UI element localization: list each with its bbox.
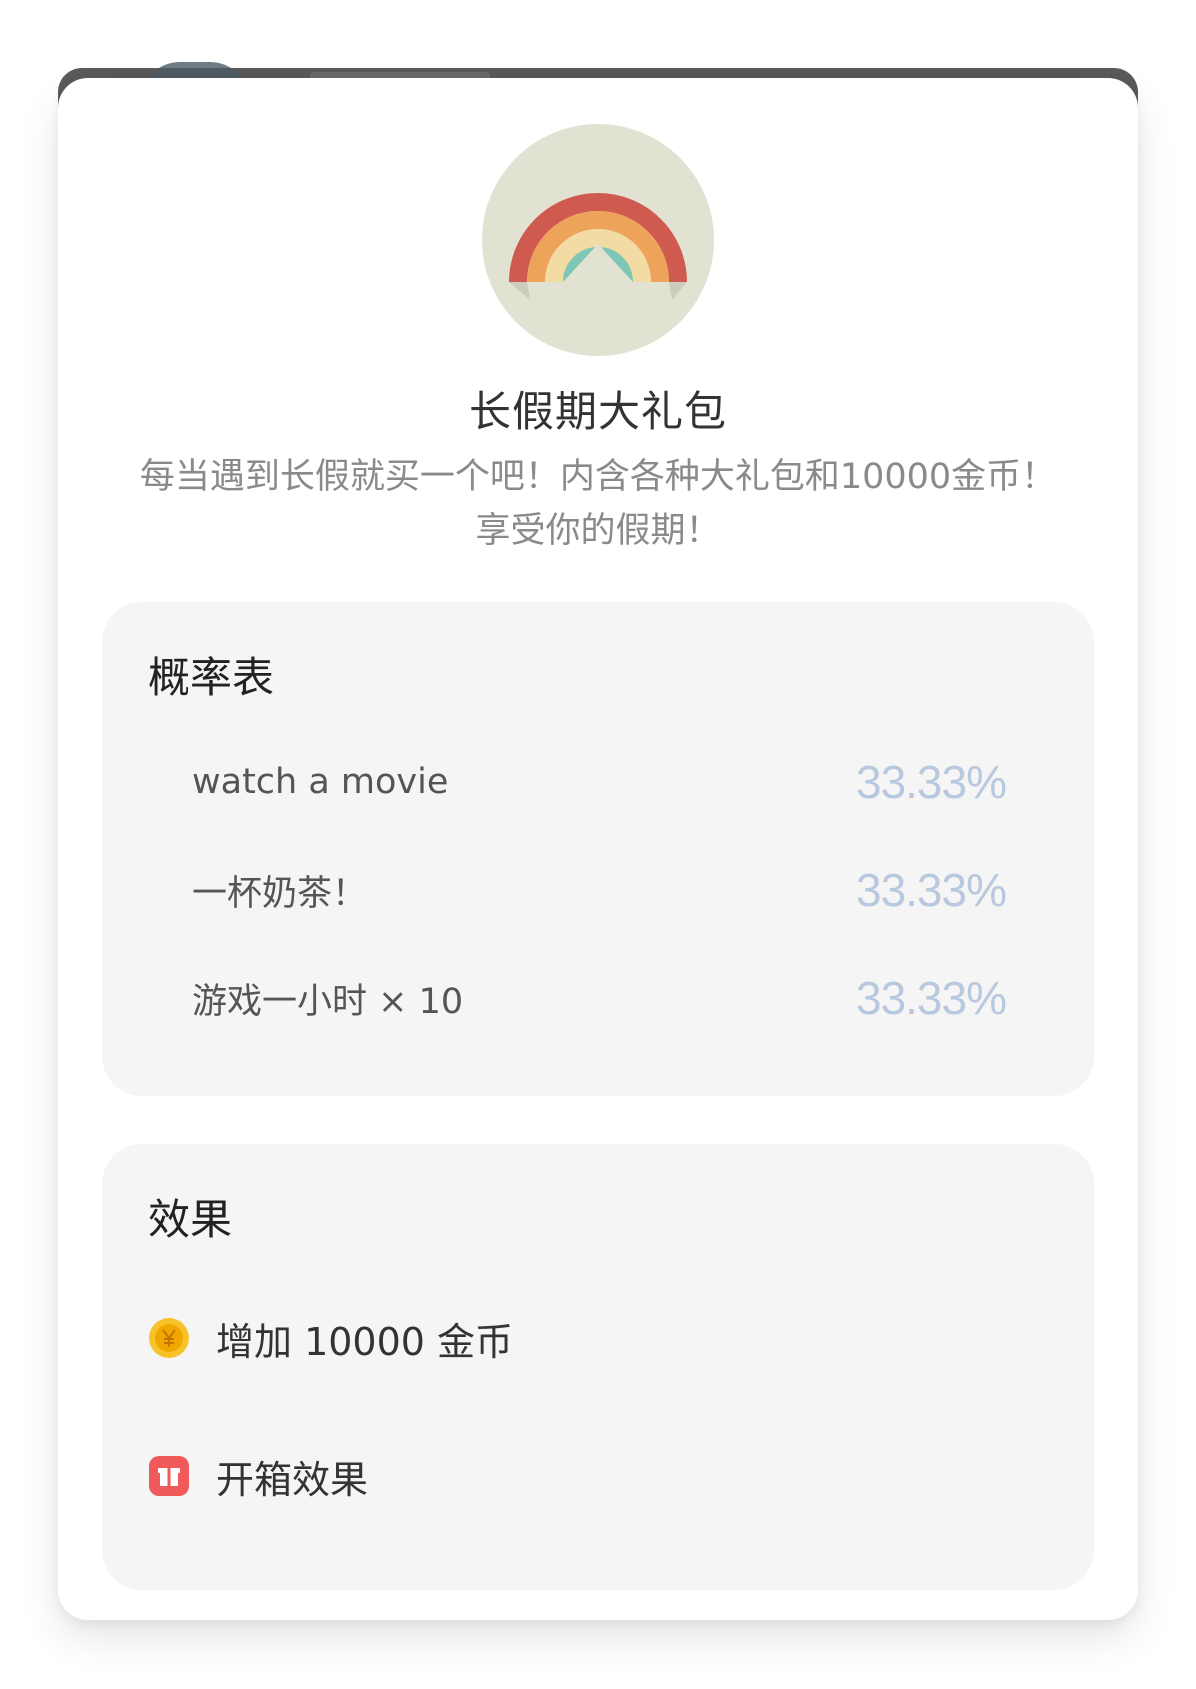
dialog-description: 每当遇到长假就买一个吧！内含各种大礼包和10000金币！享受你的假期！ — [139, 457, 1057, 551]
probability-panel: 概率表 watch a movie 33.33% 一杯奶茶！ 33.33% 游戏… — [102, 602, 1094, 1096]
gift-box-icon — [149, 1456, 189, 1496]
gift-pack-dialog: 长假期大礼包 每当遇到长假就买一个吧！内含各种大礼包和10000金币！享受你的假… — [58, 78, 1138, 1620]
dialog-title: 长假期大礼包 — [468, 387, 727, 436]
probability-heading: 概率表 — [148, 653, 275, 702]
effect-item-label: 开箱效果 — [216, 1457, 369, 1502]
effects-heading: 效果 — [148, 1195, 233, 1244]
probability-row: 游戏一小时 × 10 33.33% — [192, 968, 1007, 1028]
probability-row: watch a movie 33.33% — [192, 752, 1007, 812]
probability-item-value: 33.33% — [855, 972, 1007, 1024]
effect-item-open-box: 开箱效果 — [148, 1446, 368, 1506]
probability-item-name: 游戏一小时 × 10 — [192, 981, 464, 1022]
effect-item-label: 增加 10000 金币 — [216, 1319, 514, 1364]
effects-panel: 效果 增加 10000 金币 开箱效果 — [102, 1144, 1094, 1590]
probability-item-value: 33.33% — [855, 756, 1007, 808]
probability-row: 一杯奶茶！ 33.33% — [192, 860, 1007, 920]
probability-item-name: 一杯奶茶！ — [192, 873, 368, 914]
probability-item-name: watch a movie — [192, 762, 449, 802]
effect-item-coins: 增加 10000 金币 — [148, 1308, 513, 1368]
rainbow-icon — [482, 124, 714, 356]
probability-item-value: 33.33% — [855, 864, 1007, 916]
coin-icon — [149, 1318, 189, 1358]
